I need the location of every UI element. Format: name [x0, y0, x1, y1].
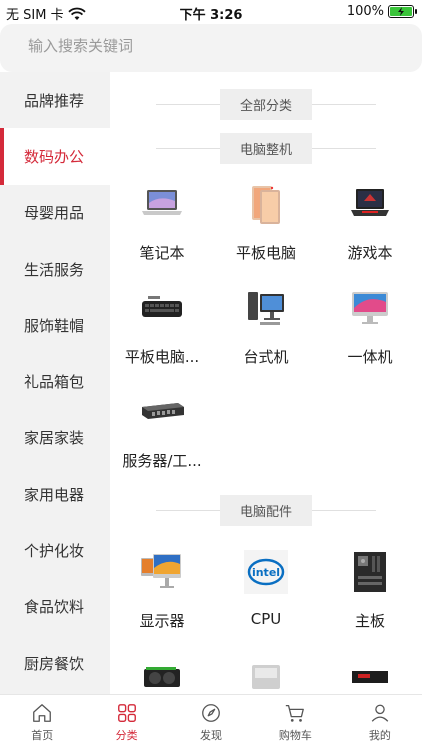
search-bar[interactable] [0, 24, 422, 72]
section-title[interactable]: 全部分类 [219, 88, 312, 120]
tab-profile[interactable]: 我的 [338, 695, 422, 750]
sidebar-item-apparel[interactable]: 服饰鞋帽 [0, 297, 110, 353]
sidebar-item-maternal-baby[interactable]: 母婴用品 [0, 185, 110, 241]
cpu-icon: intel [242, 548, 290, 596]
tablet-icon [242, 180, 290, 228]
svg-text:intel: intel [252, 566, 280, 579]
battery-text: 100% [346, 4, 384, 19]
category-icon [117, 704, 136, 722]
gaming-laptop-icon [346, 180, 394, 228]
category-item-graphics-card[interactable] [110, 642, 214, 694]
section-title: 电脑配件 [219, 494, 312, 526]
item-label: 平板电脑 [235, 244, 296, 262]
item-label: 台式机 [243, 348, 289, 366]
cart-icon [286, 705, 305, 722]
all-in-one-icon [346, 284, 394, 332]
category-item-hard-drive[interactable] [214, 642, 318, 694]
laptop-icon [138, 180, 186, 228]
item-label: 显示器 [139, 612, 185, 630]
category-item-memory[interactable] [318, 642, 422, 694]
user-icon [371, 704, 389, 722]
section-header-accessories: 电脑配件 [110, 488, 422, 532]
item-label: 主板 [354, 612, 385, 630]
home-icon [33, 704, 52, 722]
item-label: 服务器/工... [122, 452, 202, 470]
graphics-card-icon [138, 652, 186, 694]
item-label: 游戏本 [347, 244, 393, 262]
tab-category[interactable]: 分类 [84, 695, 168, 750]
server-icon [138, 388, 186, 436]
category-item-laptop[interactable]: 笔记本 [110, 170, 214, 274]
item-label: 平板电脑... [124, 348, 200, 366]
category-item-motherboard[interactable]: 主板 [318, 538, 422, 642]
category-content: 全部分类 电脑整机 笔记本 平板电脑 游戏本 平板电脑... 台式机 一体机 服… [110, 72, 422, 694]
sidebar-item-gifts-bags[interactable]: 礼品箱包 [0, 353, 110, 409]
bottom-tab-bar: 首页 分类 发现 购物车 我的 [0, 694, 422, 750]
search-input[interactable] [28, 37, 388, 55]
battery-icon [388, 5, 417, 18]
motherboard-icon [346, 548, 394, 596]
keyboard-icon [138, 284, 186, 332]
sidebar-item-personal-care[interactable]: 个护化妆 [0, 522, 110, 578]
tab-label: 我的 [368, 729, 391, 742]
item-label: CPU [250, 610, 282, 628]
sidebar-item-food-drink[interactable]: 食品饮料 [0, 579, 110, 635]
carrier-text: 无 SIM 卡 [6, 8, 64, 23]
memory-icon [346, 652, 394, 694]
category-item-server[interactable]: 服务器/工... [110, 378, 214, 482]
category-item-desktop[interactable]: 台式机 [214, 274, 318, 378]
category-sidebar: 品牌推荐 数码办公 母婴用品 生活服务 服饰鞋帽 礼品箱包 家居家装 家用电器 … [0, 72, 110, 694]
section-header-all: 全部分类 [110, 82, 422, 126]
tab-cart[interactable]: 购物车 [253, 695, 337, 750]
sidebar-item-digital-office[interactable]: 数码办公 [0, 128, 110, 185]
section-header-computers: 电脑整机 [110, 126, 422, 170]
product-grid-computers: 笔记本 平板电脑 游戏本 平板电脑... 台式机 一体机 服务器/工... [110, 170, 422, 482]
product-grid-accessories: 显示器 intel CPU 主板 [110, 538, 422, 694]
sidebar-item-brand[interactable]: 品牌推荐 [0, 72, 110, 128]
category-item-tablet-accessory[interactable]: 平板电脑... [110, 274, 214, 378]
tab-label: 发现 [200, 729, 223, 742]
category-item-cpu[interactable]: intel CPU [214, 538, 318, 642]
desktop-icon [242, 284, 290, 332]
sidebar-item-kitchen[interactable]: 厨房餐饮 [0, 635, 110, 691]
section-title: 电脑整机 [219, 132, 312, 164]
category-item-monitor[interactable]: 显示器 [110, 538, 214, 642]
tab-home[interactable]: 首页 [0, 695, 84, 750]
category-item-tablet[interactable]: 平板电脑 [214, 170, 318, 274]
tab-label: 首页 [31, 729, 54, 742]
sidebar-item-appliances[interactable]: 家用电器 [0, 466, 110, 522]
item-label: 一体机 [347, 348, 393, 366]
status-left: 无 SIM 卡 [6, 4, 86, 23]
hard-drive-icon [242, 652, 290, 694]
status-right: 100% [346, 4, 417, 19]
status-bar: 无 SIM 卡 下午 3:26 100% [0, 0, 422, 24]
item-label: 笔记本 [139, 244, 185, 262]
sidebar-item-home-decor[interactable]: 家居家装 [0, 410, 110, 466]
sidebar-item-life-service[interactable]: 生活服务 [0, 241, 110, 297]
tab-discover[interactable]: 发现 [169, 695, 253, 750]
tab-label: 购物车 [278, 729, 312, 742]
category-item-gaming-laptop[interactable]: 游戏本 [318, 170, 422, 274]
discover-icon [202, 704, 220, 722]
category-item-all-in-one[interactable]: 一体机 [318, 274, 422, 378]
wifi-icon [67, 7, 86, 20]
monitor-icon [138, 548, 186, 596]
tab-label: 分类 [115, 729, 138, 742]
